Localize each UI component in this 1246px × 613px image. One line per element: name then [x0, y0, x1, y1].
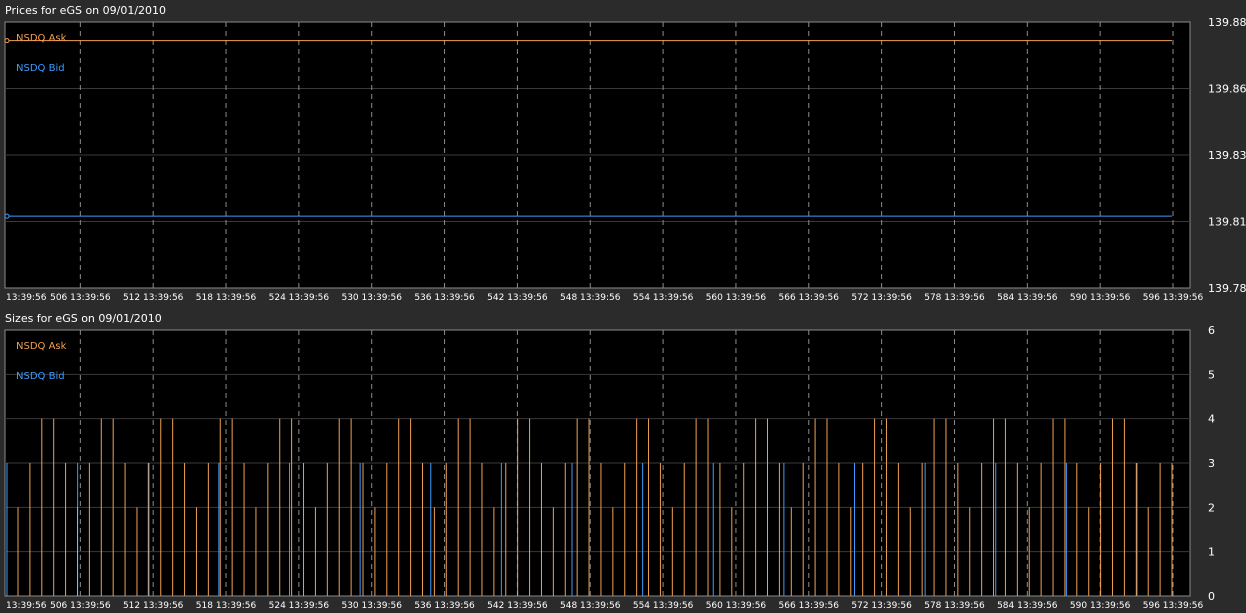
x-tick-label: 518 13:39:56	[196, 293, 257, 303]
y-tick-label: 2	[1208, 501, 1215, 514]
sizes-x-axis: 13:39:56 506 13:39:56 512 13:39:56 518 13:3…	[6, 601, 1203, 611]
prices-chart-title: Prices for eGS on 09/01/2010	[5, 4, 166, 17]
x-tick-label: 536 13:39:56	[414, 601, 475, 611]
legend-entry-nsdq-bid: NSDQ Bid	[16, 371, 65, 382]
x-tick-label: 530 13:39:56	[341, 293, 402, 303]
x-tick-label: 530 13:39:56	[341, 601, 402, 611]
x-tick-label: 518 13:39:56	[196, 601, 257, 611]
y-tick-label: 139.78	[1208, 282, 1246, 295]
x-tick-label: 584 13:39:56	[997, 293, 1058, 303]
legend-entry-nsdq-ask: NSDQ Ask	[16, 341, 67, 352]
charts-canvas: Prices for eGS on 09/01/2010 139.88139.8…	[4, 4, 1246, 611]
sizes-y-axis: 6 5 4 3 2 1 0	[1208, 324, 1215, 603]
x-tick-label: 590 13:39:56	[1070, 601, 1131, 611]
series-start-point	[4, 213, 10, 219]
prices-chart: Prices for eGS on 09/01/2010 139.88139.8…	[4, 4, 1246, 303]
x-tick-label: 554 13:39:56	[633, 601, 694, 611]
x-tick-label: 536 13:39:56	[414, 293, 475, 303]
x-tick-label: 560 13:39:56	[706, 293, 767, 303]
x-tick-label: 542 13:39:56	[487, 293, 548, 303]
x-tick-label: 572 13:39:56	[851, 601, 912, 611]
x-tick-label: 13:39:56	[6, 293, 47, 303]
x-tick-label: 13:39:56	[6, 601, 47, 611]
x-tick-label: 506 13:39:56	[50, 601, 111, 611]
x-tick-label: 548 13:39:56	[560, 601, 621, 611]
y-tick-label: 139.86	[1208, 83, 1246, 96]
y-tick-label: 4	[1208, 413, 1215, 426]
x-tick-label: 578 13:39:56	[924, 601, 985, 611]
prices-y-axis: 139.88 139.86 139.83 139.81 139.78	[1208, 16, 1246, 295]
x-tick-label: 512 13:39:56	[123, 601, 184, 611]
sizes-chart: Sizes for eGS on 09/01/2010 6 5 4 3 2 1 0 13:3…	[4, 312, 1215, 611]
x-tick-label: 596 13:39:56	[1143, 601, 1204, 611]
series-start-point	[4, 38, 10, 44]
y-tick-label: 139.81	[1208, 216, 1246, 229]
x-tick-label: 566 13:39:56	[779, 293, 840, 303]
y-tick-label: 6	[1208, 324, 1215, 337]
sizes-chart-title: Sizes for eGS on 09/01/2010	[5, 312, 162, 325]
x-tick-label: 506 13:39:56	[50, 293, 111, 303]
y-tick-label: 1	[1208, 546, 1215, 559]
y-tick-label: 139.83	[1208, 149, 1246, 162]
x-tick-label: 584 13:39:56	[997, 601, 1058, 611]
x-tick-label: 512 13:39:56	[123, 293, 184, 303]
x-tick-label: 596 13:39:56	[1143, 293, 1204, 303]
y-tick-label: 139.88	[1208, 16, 1246, 29]
x-tick-label: 560 13:39:56	[706, 601, 767, 611]
x-tick-label: 590 13:39:56	[1070, 293, 1131, 303]
x-tick-label: 548 13:39:56	[560, 293, 621, 303]
y-tick-label: 5	[1208, 368, 1215, 381]
legend-entry-nsdq-ask: NSDQ Ask	[16, 33, 67, 44]
x-tick-label: 572 13:39:56	[851, 293, 912, 303]
x-tick-label: 554 13:39:56	[633, 293, 694, 303]
prices-x-axis: 13:39:56 506 13:39:56 512 13:39:56 518 13:3…	[6, 293, 1203, 303]
x-tick-label: 578 13:39:56	[924, 293, 985, 303]
x-tick-label: 524 13:39:56	[269, 293, 330, 303]
y-tick-label: 0	[1208, 590, 1215, 603]
x-tick-label: 566 13:39:56	[779, 601, 840, 611]
y-tick-label: 3	[1208, 457, 1215, 470]
x-tick-label: 542 13:39:56	[487, 601, 548, 611]
legend-entry-nsdq-bid: NSDQ Bid	[16, 63, 65, 74]
x-tick-label: 524 13:39:56	[269, 601, 330, 611]
